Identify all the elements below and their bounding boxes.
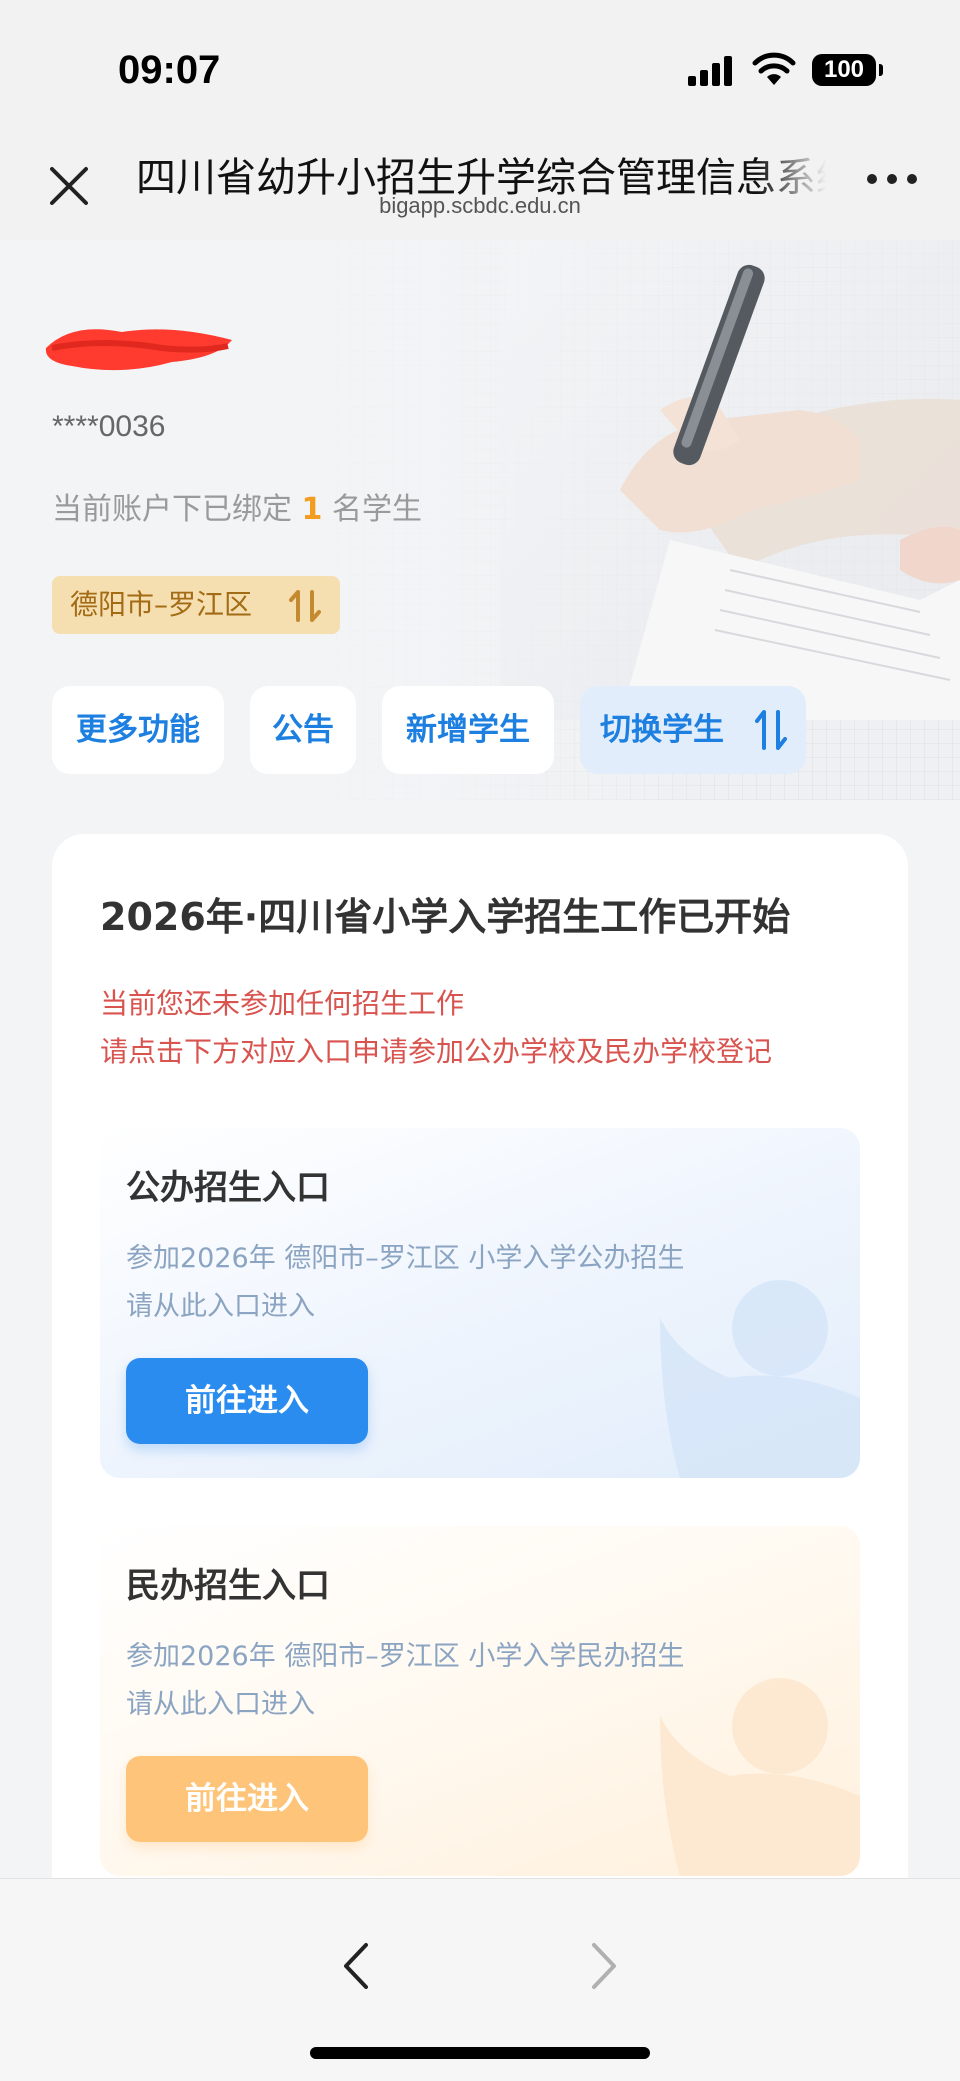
- private-enter-button[interactable]: 前往进入: [126, 1756, 368, 1842]
- public-decoration: [660, 1280, 860, 1478]
- private-entry-desc-1: 参加2026年 德阳市–罗江区 小学入学民办招生: [126, 1641, 685, 1672]
- district-label: 德阳市–罗江区: [70, 588, 253, 621]
- writing-hand-illustration: [500, 240, 960, 720]
- private-decoration: [660, 1678, 860, 1876]
- swap-icon: [289, 590, 321, 622]
- add-student-button[interactable]: 新增学生: [382, 686, 554, 774]
- notice-button[interactable]: 公告: [250, 686, 356, 774]
- page-title: 四川省幼升小招生升学综合管理信息系统: [136, 155, 826, 197]
- private-entry-panel: 民办招生入口 参加2026年 德阳市–罗江区 小学入学民办招生 请从此入口进入 …: [100, 1526, 860, 1876]
- page-url: bigapp.scbdc.edu.cn: [379, 193, 581, 218]
- bound-prefix: 当前账户下已绑定: [52, 492, 292, 527]
- browser-navbar: 四川省幼升小招生升学综合管理信息系统 bigapp.scbdc.edu.cn: [0, 135, 960, 240]
- bound-count: 1: [301, 492, 323, 527]
- private-entry-title: 民办招生入口: [126, 1566, 330, 1606]
- public-entry-desc-2: 请从此入口进入: [126, 1291, 315, 1322]
- signal-icon: [688, 56, 732, 86]
- home-indicator: [310, 2047, 650, 2059]
- swap-icon: [755, 710, 787, 750]
- redacted-name: [45, 329, 232, 371]
- switch-student-label: 切换学生: [600, 712, 724, 748]
- status-bar: 09:07 100: [0, 0, 960, 135]
- card-title: 2026年·四川省小学入学招生工作已开始: [100, 895, 791, 939]
- bound-student-text: 当前账户下已绑定 1 名学生: [52, 484, 422, 528]
- browser-bottom-bar: [0, 1878, 960, 2081]
- more-icon[interactable]: [866, 171, 918, 187]
- back-icon[interactable]: [340, 1941, 372, 1991]
- public-entry-desc-1: 参加2026年 德阳市–罗江区 小学入学公办招生: [126, 1243, 685, 1274]
- notice-line-1: 当前您还未参加任何招生工作: [100, 987, 465, 1020]
- notice-line-2: 请点击下方对应入口申请参加公办学校及民办学校登记: [100, 1035, 773, 1068]
- masked-phone: ****0036: [52, 410, 166, 443]
- status-time: 09:07: [118, 48, 221, 92]
- enrollment-card: 2026年·四川省小学入学招生工作已开始 当前您还未参加任何招生工作 请点击下方…: [52, 834, 908, 1934]
- wifi-icon: [752, 52, 796, 85]
- district-selector[interactable]: 德阳市–罗江区: [52, 576, 340, 634]
- forward-icon[interactable]: [588, 1941, 620, 1991]
- public-entry-panel: 公办招生入口 参加2026年 德阳市–罗江区 小学入学公办招生 请从此入口进入 …: [100, 1128, 860, 1478]
- public-entry-title: 公办招生入口: [126, 1168, 330, 1208]
- more-functions-button[interactable]: 更多功能: [52, 686, 224, 774]
- public-enter-button[interactable]: 前往进入: [126, 1358, 368, 1444]
- battery-indicator: 100: [812, 54, 883, 86]
- switch-student-button[interactable]: 切换学生: [580, 686, 806, 774]
- bound-suffix: 名学生: [331, 492, 422, 527]
- private-entry-desc-2: 请从此入口进入: [126, 1689, 315, 1720]
